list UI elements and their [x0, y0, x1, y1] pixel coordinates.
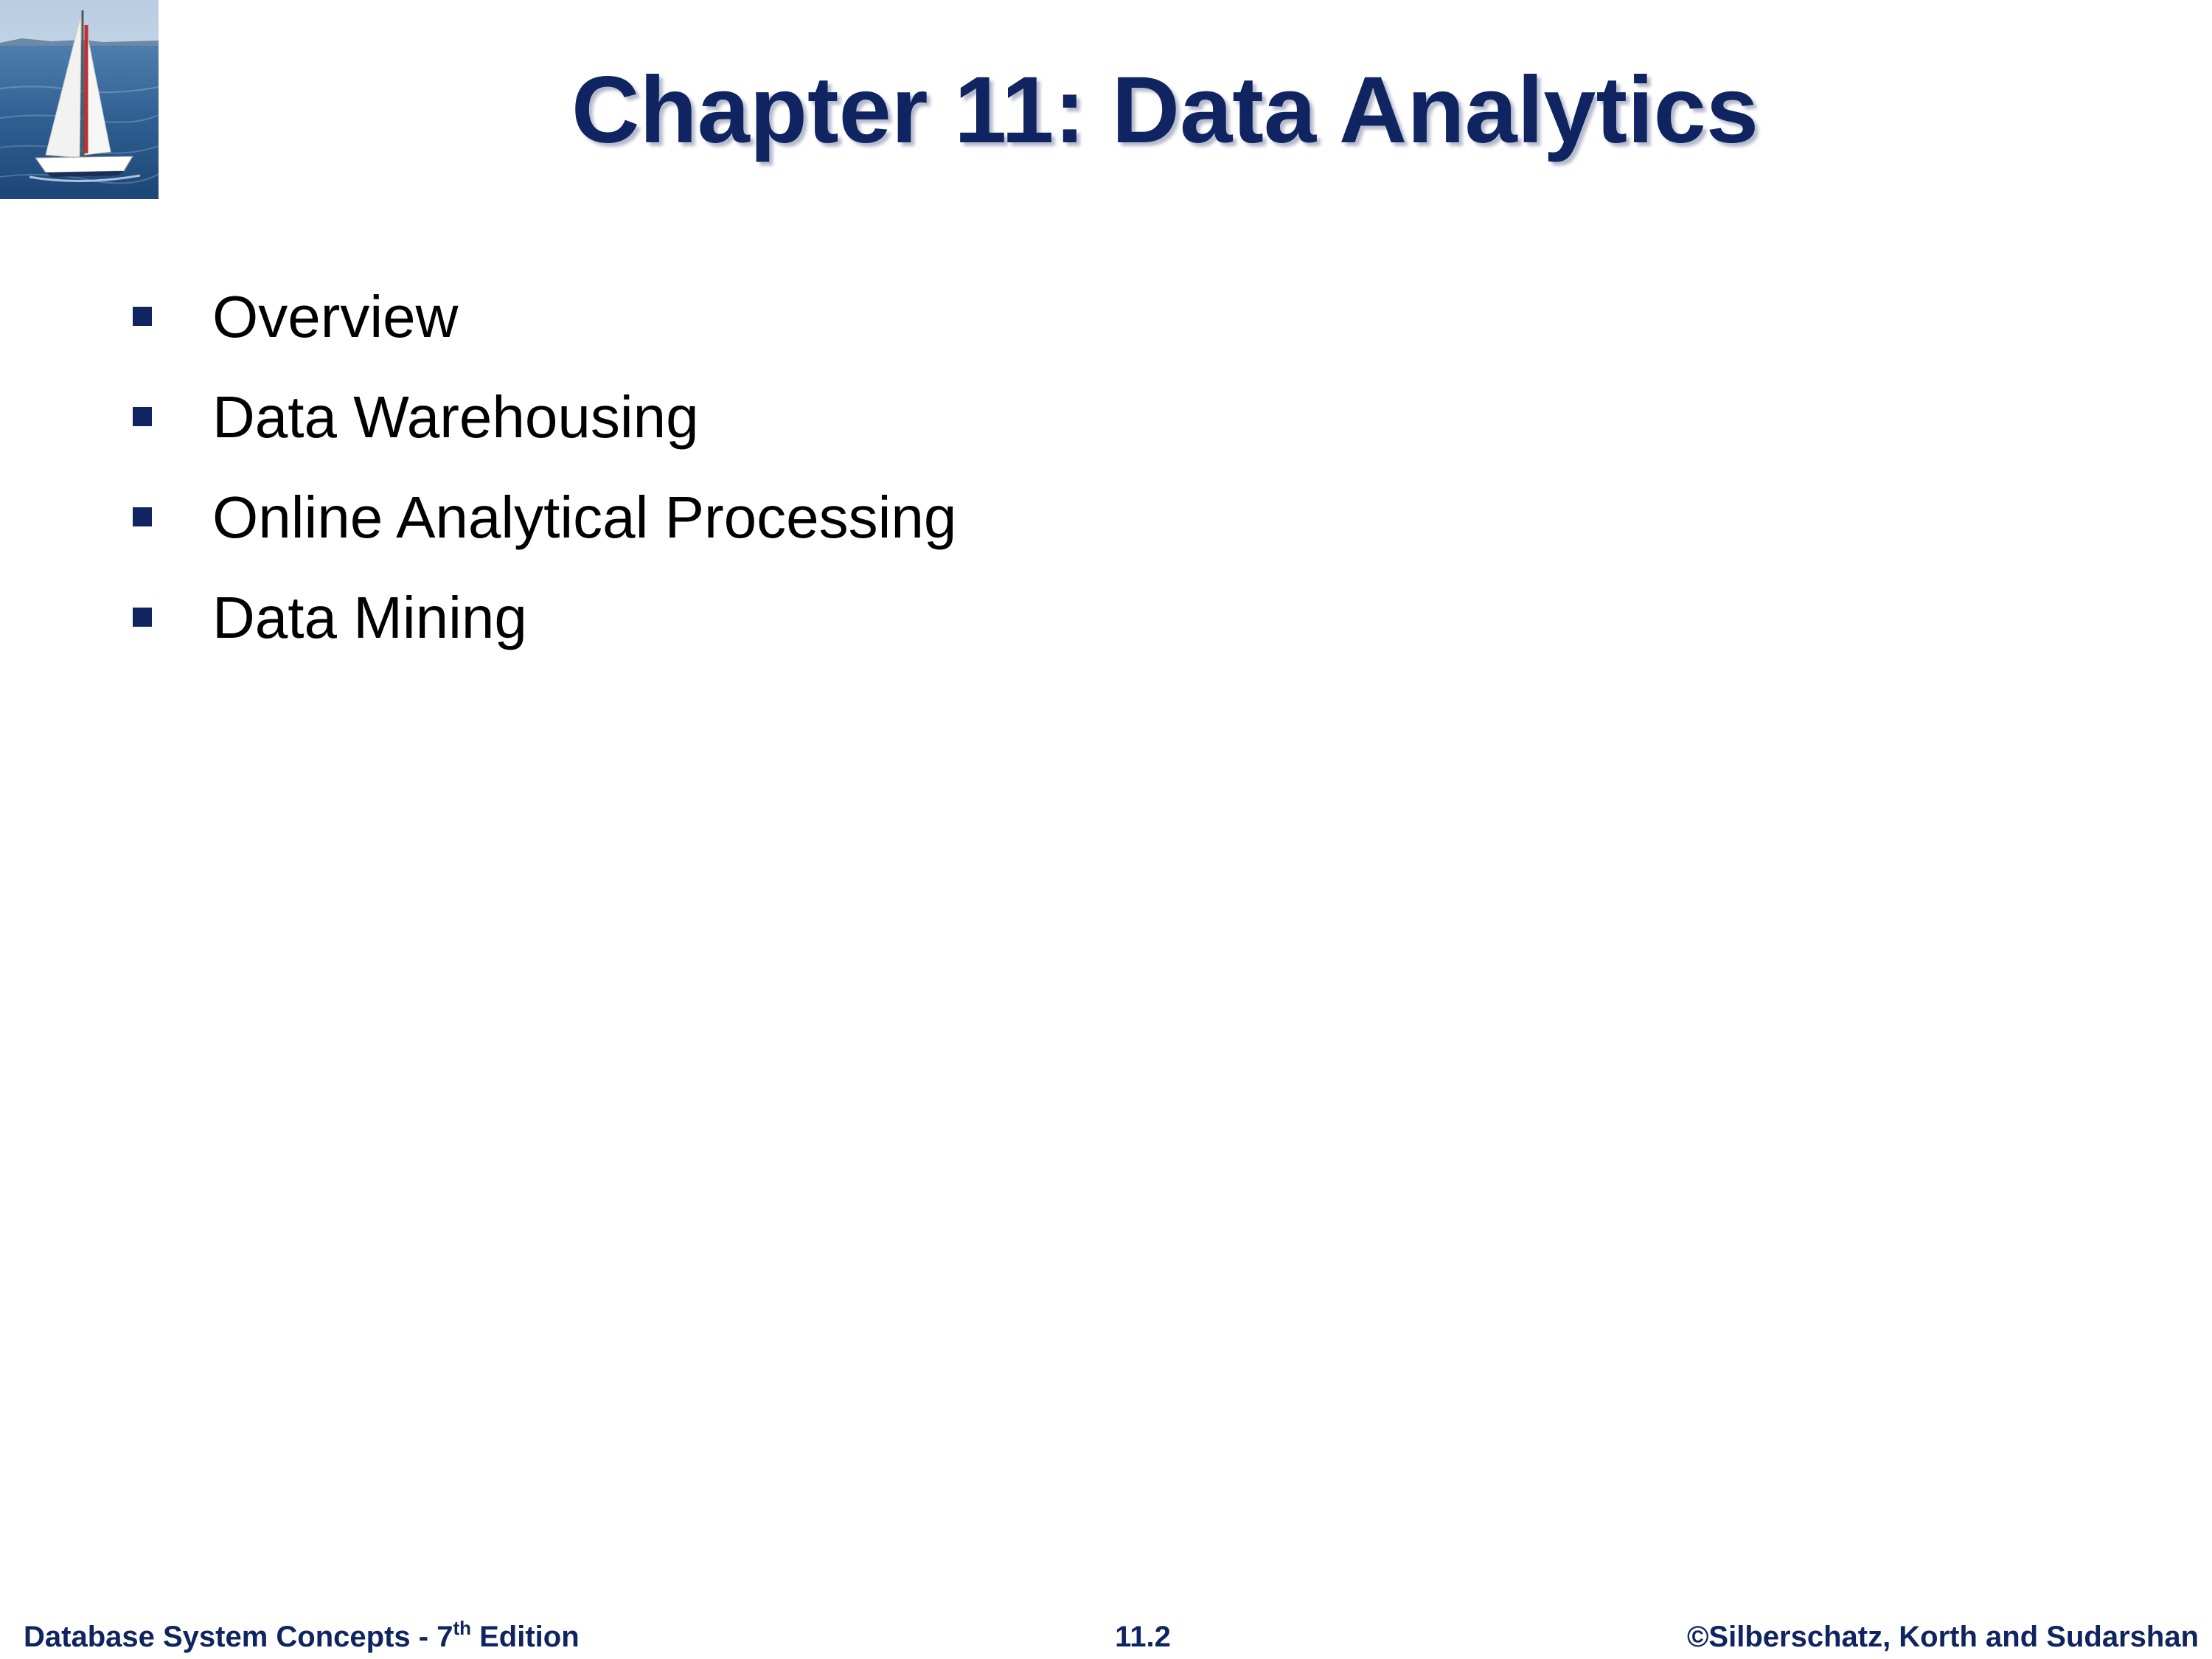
page-number: 11.2: [1115, 1621, 1171, 1653]
slide-title: Chapter 11: Data Analytics: [571, 58, 1759, 163]
sailboat-logo-icon: [0, 0, 159, 199]
slide: Chapter 11: Data Analytics Overview Data…: [0, 0, 2212, 1659]
bullet-text-data-warehousing: Data Warehousing: [212, 384, 699, 450]
square-bullet-icon: [133, 507, 152, 526]
footer-book-title: Database System Concepts - 7th Edition: [24, 1618, 580, 1655]
square-bullet-icon: [133, 307, 152, 326]
bullet-text-data-mining: Data Mining: [212, 585, 527, 650]
slide-footer: Database System Concepts - 7th Edition 1…: [0, 1618, 2212, 1655]
footer-copyright: ©Silberschatz, Korth and Sudarshan: [1686, 1621, 2199, 1653]
footer-book-title-suffix: Edition: [471, 1621, 580, 1653]
footer-edition-superscript: th: [453, 1617, 471, 1639]
square-bullet-icon: [133, 407, 152, 426]
square-bullet-icon: [133, 608, 152, 627]
footer-book-title-prefix: Database System Concepts - 7: [24, 1621, 453, 1653]
bullet-text-overview: Overview: [212, 284, 459, 349]
bullet-text-olap: Online Analytical Processing: [212, 484, 957, 550]
